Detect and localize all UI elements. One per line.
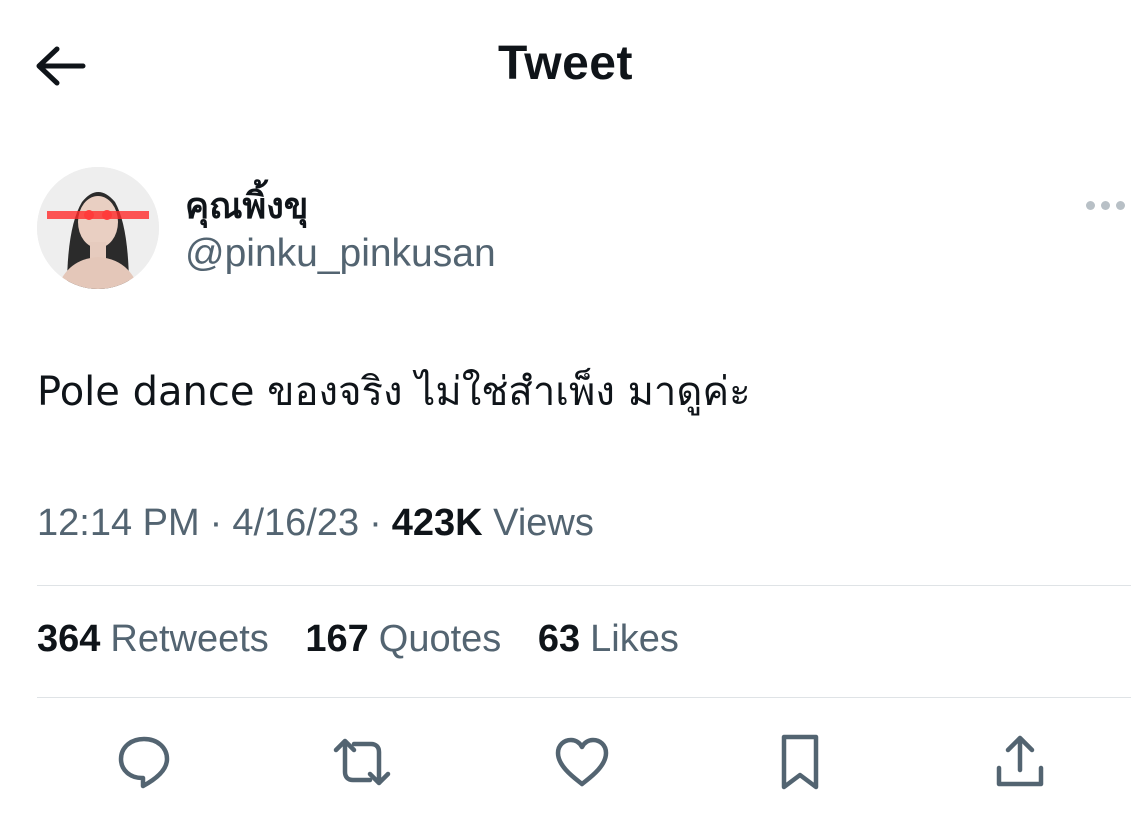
share-button[interactable] xyxy=(984,726,1056,798)
avatar[interactable] xyxy=(37,167,159,289)
like-icon xyxy=(555,737,609,787)
likes-label: Likes xyxy=(590,618,679,660)
retweet-button[interactable] xyxy=(326,726,398,798)
bookmark-icon xyxy=(781,734,819,790)
reply-icon xyxy=(118,736,170,789)
tweet-date: 4/16/23 xyxy=(232,502,360,544)
retweets-count: 364 xyxy=(37,618,101,660)
more-options-button[interactable] xyxy=(1080,190,1130,220)
bookmark-button[interactable] xyxy=(764,726,836,798)
meta-separator: · xyxy=(209,502,223,544)
tweet-actions-bar xyxy=(0,726,1131,798)
tweet-time: 12:14 PM xyxy=(37,502,200,544)
views-count[interactable]: 423K xyxy=(392,502,483,544)
divider xyxy=(37,697,1131,698)
likes-count: 63 xyxy=(537,618,581,660)
more-dot-icon xyxy=(1100,200,1110,210)
tweet-header: Tweet xyxy=(0,0,1131,130)
avatar-image xyxy=(37,167,159,289)
author-handle[interactable]: @pinku_pinkusan xyxy=(185,232,496,276)
retweet-icon xyxy=(333,738,391,786)
like-button[interactable] xyxy=(546,726,618,798)
quotes-count: 167 xyxy=(305,618,369,660)
views-label[interactable]: Views xyxy=(493,502,594,544)
tweet-meta: 12:14 PM · 4/16/23 · 423K Views xyxy=(37,502,594,545)
share-icon xyxy=(996,735,1044,787)
quotes-label: Quotes xyxy=(378,618,502,660)
divider xyxy=(37,585,1131,586)
reply-button[interactable] xyxy=(108,726,180,798)
likes-stat[interactable]: 63 Likes xyxy=(538,618,679,661)
meta-separator: · xyxy=(369,502,382,544)
more-dot-icon xyxy=(1085,200,1095,210)
retweets-stat[interactable]: 364 Retweets xyxy=(37,618,269,661)
author-display-name[interactable]: คุณพิ้งขุ xyxy=(185,177,308,234)
tweet-text: Pole dance ของจริง ไม่ใช่สำเพ็ง มาดูค่ะ xyxy=(37,369,751,415)
more-dot-icon xyxy=(1115,200,1125,210)
retweets-label: Retweets xyxy=(110,618,269,660)
tweet-stats: 364 Retweets 167 Quotes 63 Likes xyxy=(37,618,705,661)
page-title: Tweet xyxy=(498,37,633,90)
quotes-stat[interactable]: 167 Quotes xyxy=(305,618,501,661)
